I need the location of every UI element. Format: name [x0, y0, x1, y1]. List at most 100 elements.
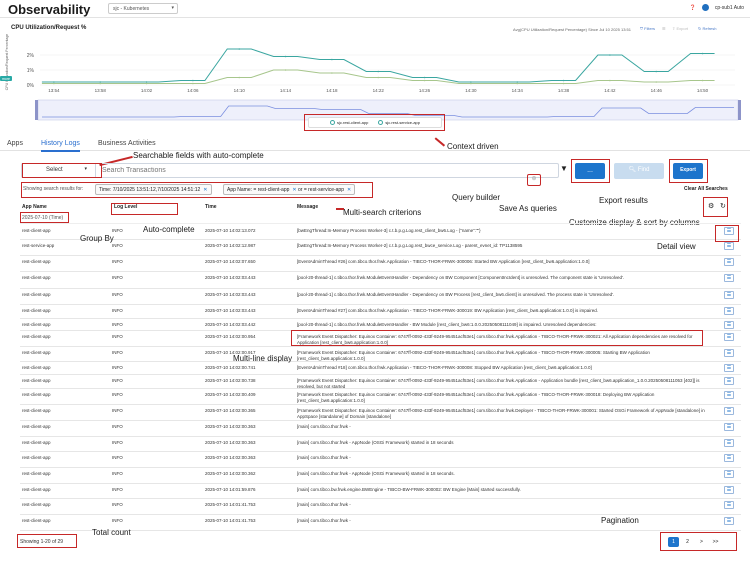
detail-view-icon[interactable]: ☰ — [724, 258, 734, 266]
cell-log-level: INFO — [112, 350, 123, 355]
detail-view-icon[interactable]: ☰ — [724, 349, 734, 357]
x-tick-label: 14:06 — [187, 88, 199, 93]
table-row[interactable]: rest-client-app INFO 2025-07-10 14:02:00.3… — [20, 405, 741, 421]
find-button[interactable]: 🔍︎ Find — [614, 163, 664, 179]
caret-down-icon[interactable]: ▼ — [560, 164, 568, 173]
detail-view-icon[interactable]: ☰ — [724, 333, 734, 341]
cell-message: [main] com.tibco.bw.frwk.engine.BWEngine… — [297, 487, 521, 492]
account-label[interactable]: cp-sub1 Auto — [715, 5, 744, 11]
detail-view-icon[interactable]: ☰ — [724, 501, 734, 509]
cell-log-level: INFO — [112, 455, 123, 460]
table-row[interactable]: rest-client-app INFO 2025-07-10 14:02:03.4… — [20, 289, 741, 305]
table-row[interactable]: rest-client-app INFO 2025-07-10 14:01:59.8… — [20, 484, 741, 499]
cell-time: 2025-07-10 14:02:00.738 — [205, 378, 256, 383]
help-icon[interactable]: ❓ — [690, 5, 696, 11]
annotation-query: Query builder — [452, 193, 501, 202]
detail-view-icon[interactable]: ☰ — [724, 391, 734, 399]
data-point — [99, 82, 102, 85]
cell-app-name: rest-client-app — [22, 487, 51, 492]
user-avatar-icon[interactable] — [701, 4, 709, 11]
cell-log-level: INFO — [112, 440, 123, 445]
cell-time: 2025-07-10 14:02:00.365 — [205, 408, 256, 413]
table-row[interactable]: rest-client-app INFO 2025-07-10 14:02:00.3… — [20, 452, 741, 468]
detail-view-icon[interactable]: ☰ — [724, 307, 734, 315]
detail-view-icon[interactable]: ☰ — [724, 454, 734, 462]
detail-view-icon[interactable]: ☰ — [724, 470, 734, 478]
detail-view-icon[interactable]: ☰ — [724, 486, 734, 494]
table-row[interactable]: rest-client-app INFO 2025-07-10 14:02:00.3… — [20, 421, 741, 437]
search-input[interactable] — [102, 167, 522, 174]
detail-view-icon[interactable]: ☰ — [724, 242, 734, 250]
data-point — [192, 82, 194, 85]
cell-message: [pool-20-thread-1] c.tibco.thor.frwk.Mod… — [297, 275, 625, 280]
cell-message: [EventAdminThread #18] com.tibco.thor.fr… — [297, 365, 592, 370]
cell-log-level: INFO — [112, 378, 123, 383]
cell-message: [Framework Event Dispatcher: Equinox Con… — [297, 392, 655, 403]
count-highlight — [17, 534, 77, 548]
table-row[interactable]: rest-client-app INFO 2025-07-10 14:02:00.3… — [20, 468, 741, 484]
detail-view-icon[interactable]: ☰ — [724, 364, 734, 372]
table-row[interactable]: rest-client-app INFO 2025-07-10 14:01:41.7… — [20, 499, 741, 515]
table-row[interactable]: rest-client-app INFO 2025-07-10 14:02:00.7… — [20, 362, 741, 375]
cell-app-name: rest-client-app — [22, 308, 51, 313]
cell-log-level: INFO — [112, 487, 123, 492]
cell-log-level: INFO — [112, 408, 123, 413]
data-point — [609, 79, 611, 82]
col-message[interactable]: Message — [297, 204, 318, 210]
x-tick-label: 14:38 — [558, 88, 570, 93]
table-row[interactable]: rest-client-app INFO 2025-07-10 14:02:00.7… — [20, 375, 741, 389]
cell-app-name: rest-client-app — [22, 378, 51, 383]
tab-apps[interactable]: Apps — [7, 140, 23, 147]
cell-log-level: INFO — [112, 259, 123, 264]
col-app-name[interactable]: App Name — [22, 204, 47, 210]
detail-view-icon[interactable]: ☰ — [724, 423, 734, 431]
table-row[interactable]: rest-client-app INFO 2025-07-10 14:02:00.4… — [20, 389, 741, 405]
context-label: sjc - Kubernetes — [113, 6, 150, 12]
table-row[interactable]: rest-client-app INFO 2025-07-10 14:02:07.6… — [20, 256, 741, 272]
cell-time: 2025-07-10 14:02:12.987 — [205, 243, 256, 248]
y-tick-label: 2% — [27, 53, 35, 59]
detail-view-icon[interactable]: ☰ — [724, 517, 734, 525]
x-tick-label: 14:50 — [697, 88, 709, 93]
group-highlight — [20, 212, 69, 223]
table-row[interactable]: rest-client-app INFO 2025-07-10 14:02:00.3… — [20, 437, 741, 452]
table-row[interactable]: rest-client-app INFO 2025-07-10 14:02:03.4… — [20, 272, 741, 289]
detail-view-icon[interactable]: ☰ — [724, 274, 734, 282]
annotation-pagination: Pagination — [601, 516, 639, 525]
x-tick-label: 13:54 — [48, 88, 60, 93]
detail-view-icon[interactable]: ☰ — [724, 439, 734, 447]
detail-view-icon[interactable]: ☰ — [724, 321, 734, 329]
data-point — [516, 81, 519, 83]
tab-history-logs[interactable]: History Logs — [41, 140, 80, 152]
data-point — [562, 82, 565, 85]
data-point — [284, 69, 287, 71]
data-point — [99, 81, 102, 83]
cell-log-level: INFO — [112, 365, 123, 370]
annotation-searchable: Searchable fields with auto-complete — [133, 151, 264, 160]
top-bar: Observability sjc - Kubernetes ▾ ❓ cp-sub… — [0, 0, 750, 18]
data-point — [331, 58, 333, 61]
detail-view-icon[interactable]: ☰ — [724, 407, 734, 415]
y-tick-label: 1% — [27, 68, 35, 74]
data-point — [655, 81, 658, 83]
cell-app-name: rest-client-app — [22, 259, 51, 264]
cell-time: 2025-07-10 14:02:00.954 — [205, 334, 256, 339]
loglevel-highlight — [111, 203, 178, 215]
y-axis-label: CPU Utilization/Request Percentage — [5, 34, 9, 90]
table-row[interactable]: rest-client-app INFO 2025-07-10 14:02:03.4… — [20, 305, 741, 319]
tab-business-activities[interactable]: Business Activities — [98, 140, 156, 147]
table-row[interactable]: rest-service-app INFO 2025-07-10 14:02:12.… — [20, 240, 741, 256]
table-row[interactable]: rest-client-app INFO 2025-07-10 14:02:00.9… — [20, 347, 741, 362]
detail-view-icon[interactable]: ☰ — [724, 377, 734, 385]
data-point — [53, 82, 55, 85]
col-time[interactable]: Time — [205, 204, 217, 210]
context-select[interactable]: sjc - Kubernetes ▾ — [108, 3, 178, 14]
clear-all-link[interactable]: Clear All Searches — [684, 186, 728, 192]
cell-app-name: rest-client-app — [22, 455, 51, 460]
navigator-handle-right — [738, 100, 741, 120]
cell-log-level: INFO — [112, 292, 123, 297]
save-as-icon[interactable]: ⊕ — [527, 174, 541, 186]
data-point — [562, 79, 565, 82]
table-row[interactable]: rest-client-app INFO 2025-07-10 14:02:13.0… — [20, 225, 741, 240]
detail-view-icon[interactable]: ☰ — [724, 291, 734, 299]
